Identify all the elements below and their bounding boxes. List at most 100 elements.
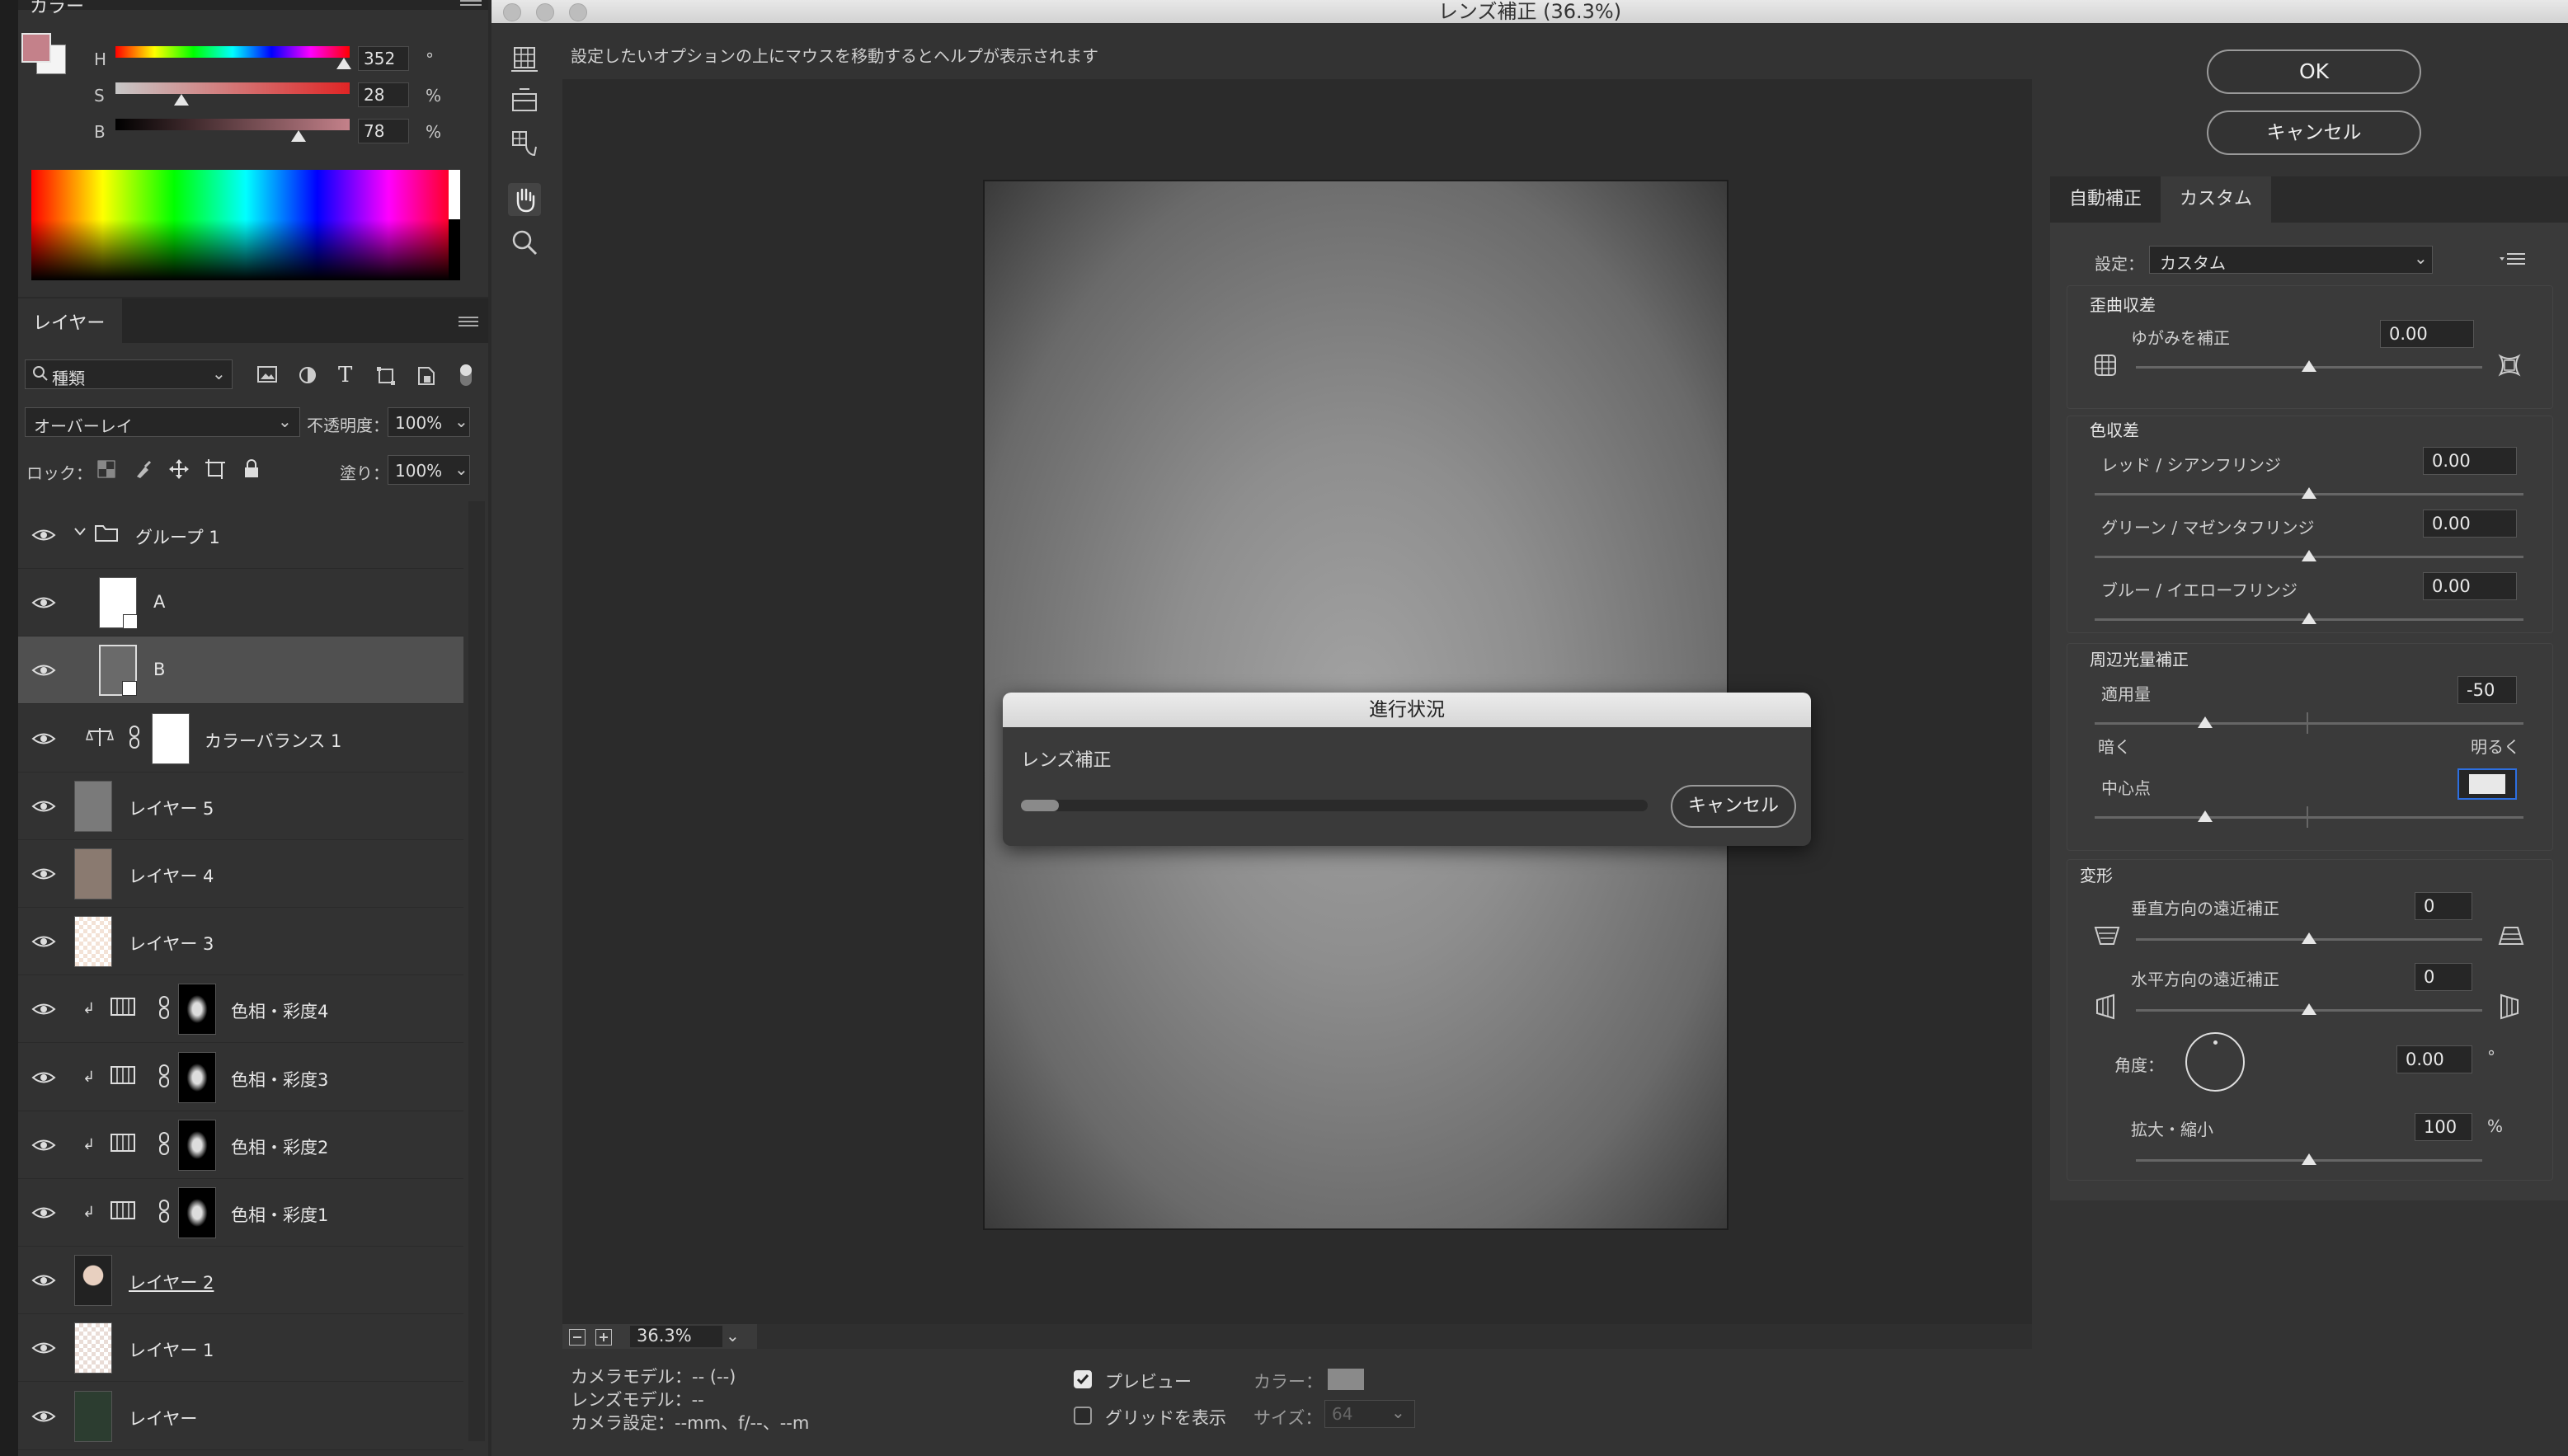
vertical-perspective-field[interactable]: 0 — [2415, 892, 2472, 920]
filter-toggle[interactable] — [460, 364, 472, 386]
layer-row[interactable]: レイヤー 3 — [18, 908, 463, 975]
hue-slider-knob[interactable] — [336, 58, 352, 69]
fill-field[interactable]: 100% ⌄ — [388, 455, 470, 485]
mask-link-icon[interactable] — [158, 1131, 170, 1156]
type-filter-icon[interactable]: T — [338, 363, 352, 387]
visibility-eye-icon[interactable] — [31, 1337, 56, 1359]
visibility-eye-icon[interactable] — [31, 863, 56, 885]
foreground-color-swatch[interactable] — [21, 33, 51, 63]
green-magenta-slider-knob[interactable] — [2302, 550, 2316, 561]
mask-link-icon[interactable] — [158, 1064, 170, 1088]
vignette-amount-slider-track[interactable] — [2095, 722, 2523, 725]
mask-link-icon[interactable] — [129, 725, 140, 749]
layer-row[interactable]: レイヤー 4 — [18, 840, 463, 908]
lock-position-move-icon[interactable] — [168, 458, 190, 480]
hand-tool-icon[interactable] — [508, 183, 541, 216]
layer-row[interactable]: ↲ 色相・彩度3 — [18, 1044, 463, 1111]
blue-yellow-slider-knob[interactable] — [2302, 613, 2316, 624]
lock-pixels-brush-icon[interactable] — [134, 460, 152, 478]
layer-mask-thumbnail[interactable] — [178, 1187, 216, 1238]
saturation-slider-knob[interactable] — [173, 94, 189, 106]
lock-all-icon[interactable] — [242, 458, 261, 480]
layer-row[interactable]: レイヤー 2 — [18, 1247, 463, 1314]
visibility-eye-icon[interactable] — [31, 1202, 56, 1224]
layers-menu-icon[interactable] — [459, 317, 480, 328]
layer-mask-thumbnail[interactable] — [178, 1052, 216, 1103]
chevron-down-icon[interactable]: ⌄ — [726, 1326, 740, 1346]
brightness-slider-knob[interactable] — [290, 130, 306, 142]
saturation-value-field[interactable]: 28 — [358, 82, 409, 107]
grid-color-swatch[interactable] — [1328, 1369, 1364, 1390]
layer-row[interactable]: レイヤー 1 — [18, 1314, 463, 1382]
visibility-eye-icon[interactable] — [31, 998, 56, 1020]
color-spectrum[interactable] — [31, 170, 460, 280]
brightness-slider-track[interactable] — [115, 119, 350, 130]
blue-yellow-field[interactable]: 0.00 — [2423, 572, 2517, 600]
midpoint-field[interactable] — [2457, 768, 2517, 800]
ok-button[interactable]: OK — [2207, 49, 2421, 94]
color-panel-tab[interactable]: カラー — [30, 0, 84, 18]
straighten-tool-icon[interactable] — [508, 84, 541, 117]
brightness-value-field[interactable]: 78 — [358, 119, 409, 143]
layers-tab[interactable]: レイヤー — [18, 298, 122, 343]
grid-size-field[interactable]: 64 ⌄ — [1324, 1400, 1415, 1428]
angle-field[interactable]: 0.00 — [2396, 1045, 2472, 1073]
lock-artboard-icon[interactable] — [205, 458, 226, 480]
pixel-filter-icon[interactable] — [257, 366, 277, 384]
visibility-eye-icon[interactable] — [31, 660, 56, 681]
layer-mask-thumbnail[interactable] — [178, 1120, 216, 1171]
zoom-in-icon[interactable] — [595, 1329, 612, 1346]
settings-menu-icon[interactable] — [2499, 252, 2527, 267]
layer-row[interactable]: レイヤー — [18, 1383, 463, 1450]
midpoint-slider-knob[interactable] — [2198, 810, 2213, 822]
spectrum-white-swatch[interactable] — [449, 170, 460, 219]
visibility-eye-icon[interactable] — [31, 592, 56, 613]
spectrum-black-swatch[interactable] — [449, 219, 460, 280]
horizontal-perspective-slider-knob[interactable] — [2302, 1003, 2316, 1015]
layer-row[interactable]: カラーバランス 1 — [18, 705, 463, 773]
move-grid-tool-icon[interactable] — [508, 127, 541, 160]
midpoint-slider-track[interactable] — [2095, 816, 2523, 819]
visibility-eye-icon[interactable] — [31, 524, 56, 546]
hue-slider-track[interactable] — [115, 46, 350, 58]
remove-distortion-field[interactable]: 0.00 — [2380, 320, 2474, 348]
hue-value-field[interactable]: 352 — [358, 46, 409, 71]
vertical-perspective-slider-knob[interactable] — [2302, 932, 2316, 944]
red-cyan-slider-knob[interactable] — [2302, 487, 2316, 499]
layer-row[interactable]: ↲ 色相・彩度1 — [18, 1179, 463, 1247]
zoom-level-field[interactable]: 36.3% — [630, 1326, 722, 1347]
settings-select[interactable]: カスタム ⌄ — [2149, 246, 2433, 274]
preview-canvas[interactable]: 進行状況 レンズ補正 キャンセル — [562, 79, 2032, 1344]
layer-mask-thumbnail[interactable] — [178, 984, 216, 1035]
red-cyan-field[interactable]: 0.00 — [2423, 447, 2517, 475]
layer-row[interactable]: B — [18, 636, 463, 704]
distortion-slider-knob[interactable] — [2302, 360, 2316, 372]
visibility-eye-icon[interactable] — [31, 1270, 56, 1291]
layer-mask-thumbnail[interactable] — [152, 713, 190, 764]
panel-menu-icon[interactable] — [460, 0, 482, 6]
tab-custom[interactable]: カスタム — [2161, 176, 2271, 223]
chevron-down-icon[interactable] — [73, 524, 87, 539]
scale-slider-knob[interactable] — [2302, 1153, 2316, 1165]
zoom-out-icon[interactable] — [569, 1329, 586, 1346]
layer-row[interactable]: ↲ 色相・彩度4 — [18, 975, 463, 1043]
adjustment-filter-icon[interactable] — [299, 366, 317, 384]
layer-row[interactable]: レイヤー 5 — [18, 773, 463, 840]
layers-scrollbar[interactable] — [468, 501, 485, 1441]
layer-row[interactable]: A — [18, 569, 463, 636]
cancel-button[interactable]: キャンセル — [2207, 110, 2421, 155]
visibility-eye-icon[interactable] — [31, 796, 56, 817]
mask-link-icon[interactable] — [158, 995, 170, 1020]
scale-field[interactable]: 100 — [2415, 1113, 2472, 1141]
tab-auto-correction[interactable]: 自動補正 — [2050, 176, 2161, 223]
angle-dial[interactable] — [2185, 1032, 2245, 1092]
layer-row[interactable]: グループ 1 — [18, 501, 463, 569]
progress-cancel-button[interactable]: キャンセル — [1671, 785, 1796, 828]
blend-mode-select[interactable]: オーバーレイ ⌄ — [25, 407, 300, 437]
vignette-amount-slider-knob[interactable] — [2198, 716, 2213, 728]
mask-link-icon[interactable] — [158, 1199, 170, 1224]
show-grid-checkbox[interactable] — [1074, 1407, 1092, 1425]
shape-filter-icon[interactable] — [376, 366, 396, 386]
visibility-eye-icon[interactable] — [31, 1067, 56, 1088]
layer-filter-select[interactable]: 種類 ⌄ — [25, 359, 233, 389]
